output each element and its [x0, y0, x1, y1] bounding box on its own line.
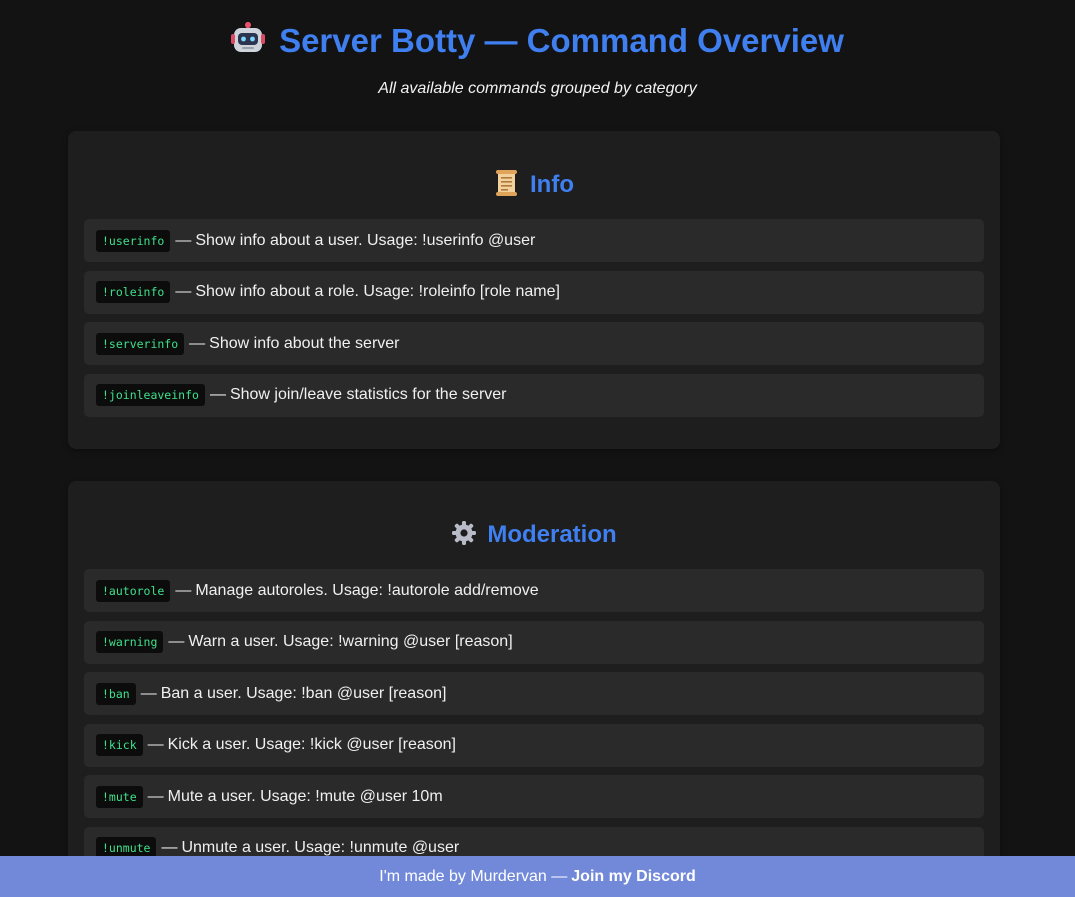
section-header: Moderation — [68, 517, 1000, 553]
command-description: Show info about a role. Usage: !roleinfo… — [195, 283, 560, 301]
command-description: Ban a user. Usage: !ban @user [reason] — [160, 684, 447, 702]
command-list: !autorole — Manage autoroles. Usage: !au… — [84, 569, 984, 857]
command-description: Warn a user. Usage: !warning @user [reas… — [188, 633, 513, 651]
section-title: Info — [530, 171, 574, 198]
command-code: !roleinfo — [96, 281, 171, 304]
page-title: Server Botty — Command Overview — [279, 22, 844, 59]
section-header: Info — [68, 167, 1000, 203]
command-code: !autorole — [96, 579, 171, 602]
command-code: !ban — [96, 682, 136, 705]
separator: — — [175, 283, 192, 301]
command-code: !kick — [96, 734, 143, 757]
command-description: Show info about the server — [209, 334, 400, 352]
gear-icon — [451, 520, 477, 551]
command-list: !userinfo — Show info about a user. Usag… — [84, 219, 984, 417]
command-item-mute: !mute — Mute a user. Usage: !mute @user … — [84, 775, 984, 819]
command-code: !joinleaveinfo — [96, 384, 205, 407]
separator: — — [147, 736, 164, 754]
command-code: !mute — [96, 785, 143, 808]
separator: — — [147, 787, 164, 805]
command-description: Unmute a user. Usage: !unmute @user — [181, 839, 460, 857]
command-item-kick: !kick — Kick a user. Usage: !kick @user … — [84, 723, 984, 767]
command-item-ban: !ban — Ban a user. Usage: !ban @user [re… — [84, 672, 984, 716]
command-item-unmute: !unmute — Unmute a user. Usage: !unmute … — [84, 826, 984, 857]
command-item-roleinfo: !roleinfo — Show info about a role. Usag… — [84, 270, 984, 314]
command-item-autorole: !autorole — Manage autoroles. Usage: !au… — [84, 569, 984, 612]
separator: — — [161, 839, 178, 857]
header: Server Botty — Command Overview All avai… — [0, 20, 1075, 98]
command-item-joinleaveinfo: !joinleaveinfo — Show join/leave statist… — [84, 373, 984, 417]
separator: — — [189, 334, 206, 352]
scroll-icon — [494, 169, 520, 202]
command-item-userinfo: !userinfo — Show info about a user. Usag… — [84, 219, 984, 262]
command-description: Kick a user. Usage: !kick @user [reason] — [167, 736, 456, 754]
discord-link[interactable]: Join my Discord — [571, 868, 695, 886]
footer-text: I'm made by Murdervan — — [379, 867, 568, 885]
page-subtitle: All available commands grouped by catego… — [378, 80, 697, 97]
command-item-serverinfo: !serverinfo — Show info about the server — [84, 322, 984, 366]
command-description: Show join/leave statistics for the serve… — [229, 386, 507, 404]
separator: — — [175, 581, 192, 599]
moderation-section: Moderation !autorole — Manage autoroles.… — [68, 481, 1000, 857]
command-description: Show info about a user. Usage: !userinfo… — [195, 231, 536, 249]
command-code: !warning — [96, 631, 164, 654]
section-title: Moderation — [487, 521, 617, 548]
robot-icon — [231, 21, 266, 61]
separator: — — [209, 386, 226, 404]
command-code: !serverinfo — [96, 332, 185, 355]
separator: — — [175, 231, 192, 249]
command-description: Mute a user. Usage: !mute @user 10m — [167, 787, 443, 805]
info-section: Info !userinfo — Show info about a user.… — [68, 131, 1000, 449]
command-code: !userinfo — [96, 229, 171, 252]
footer-bar: I'm made by Murdervan — Join my Discord — [0, 856, 1075, 897]
separator: — — [140, 684, 157, 702]
separator: — — [168, 633, 185, 651]
title-row: Server Botty — Command Overview — [0, 20, 1075, 62]
command-description: Manage autoroles. Usage: !autorole add/r… — [195, 581, 539, 599]
command-item-warning: !warning — Warn a user. Usage: !warning … — [84, 620, 984, 664]
command-code: !unmute — [96, 837, 157, 857]
page: Server Botty — Command Overview All avai… — [0, 0, 1075, 857]
